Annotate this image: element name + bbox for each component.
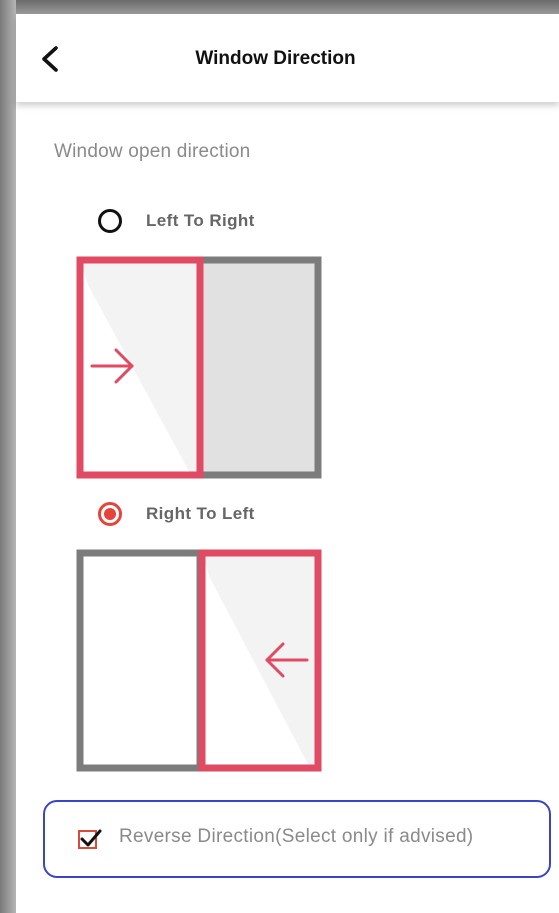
option-left-to-right[interactable]: Left To Right bbox=[98, 209, 255, 233]
device-frame-top bbox=[0, 0, 559, 14]
window-diagram-right-to-left[interactable] bbox=[74, 548, 324, 774]
radio-left-to-right[interactable] bbox=[98, 209, 122, 233]
radio-selected-dot bbox=[104, 508, 116, 520]
section-label: Window open direction bbox=[54, 141, 251, 162]
page: Window Direction Window open direction L… bbox=[0, 0, 559, 913]
reverse-direction-label: Reverse Direction(Select only if advised… bbox=[119, 826, 474, 847]
radio-right-to-left[interactable] bbox=[98, 502, 122, 526]
screen: Window Direction Window open direction L… bbox=[16, 14, 559, 913]
reverse-direction-box: Reverse Direction(Select only if advised… bbox=[43, 800, 551, 878]
device-frame-left bbox=[0, 0, 16, 913]
reverse-direction-checkbox[interactable] bbox=[78, 829, 102, 849]
checkmark-icon bbox=[80, 829, 102, 847]
page-title: Window Direction bbox=[195, 48, 356, 69]
option-right-to-left[interactable]: Right To Left bbox=[98, 502, 255, 526]
window-diagram-left-to-right[interactable] bbox=[74, 255, 324, 481]
option-label-left-to-right: Left To Right bbox=[146, 211, 255, 230]
option-label-right-to-left: Right To Left bbox=[146, 504, 255, 523]
app-header: Window Direction bbox=[16, 14, 559, 102]
